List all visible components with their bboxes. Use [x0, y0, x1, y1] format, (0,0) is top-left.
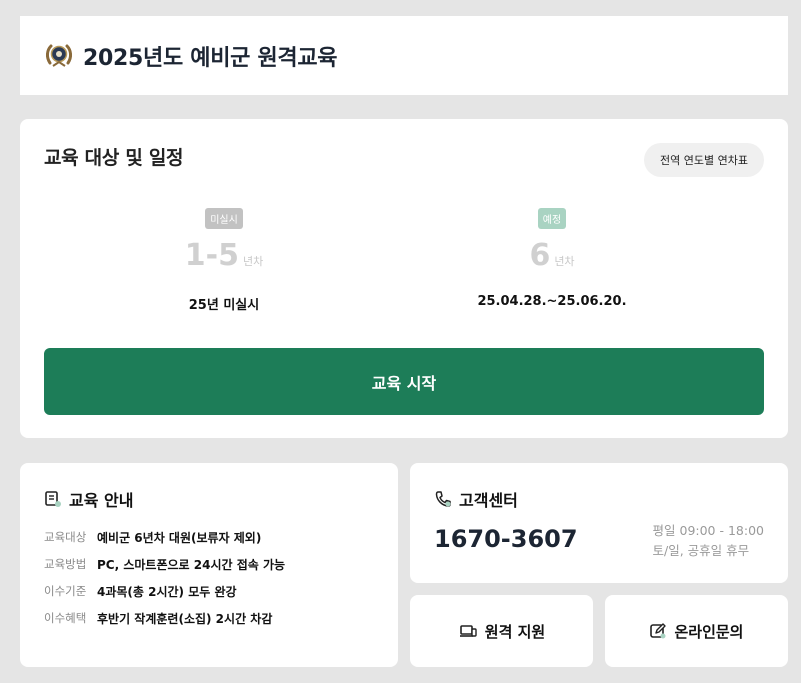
start-education-button[interactable]: 교육 시작	[44, 348, 764, 415]
edit-icon	[650, 623, 667, 639]
schedule-detail: 25.04.28.~25.06.20.	[477, 294, 627, 309]
info-heading: 교육 안내	[44, 487, 133, 511]
schedule-title: 교육 대상 및 일정	[44, 147, 184, 169]
schedule-card: 교육 대상 및 일정 전역 연도별 연차표 미실시 1-5 년차 25년 미실시…	[20, 119, 788, 438]
info-key: 교육대상	[44, 530, 87, 544]
phone-number[interactable]: 1670-3607	[434, 525, 578, 553]
year-unit: 년차	[554, 255, 575, 268]
info-row: 교육대상 예비군 6년차 대원(보류자 제외)	[44, 529, 261, 546]
education-info-card: 교육 안내 교육대상 예비군 6년차 대원(보류자 제외) 교육방법 PC, 스…	[20, 463, 398, 667]
online-inquiry-label: 온라인문의	[674, 622, 744, 641]
status-badge: 예정	[537, 208, 567, 229]
army-emblem-icon	[46, 44, 72, 67]
remote-support-label: 원격 지원	[484, 622, 546, 641]
schedule-column-planned: 예정 6 년차 25.04.28.~25.06.20.	[422, 208, 682, 309]
remote-support-button[interactable]: 원격 지원	[410, 595, 593, 667]
monitor-icon	[459, 625, 477, 637]
schedule-column-done: 미실시 1-5 년차 25년 미실시	[94, 208, 354, 313]
page-header: 2025년도 예비군 원격교육	[20, 16, 788, 95]
year-table-button[interactable]: 전역 연도별 연차표	[644, 143, 764, 177]
year-unit: 년차	[242, 255, 264, 268]
weekend-hours: 토/일, 공휴일 휴무	[652, 543, 750, 558]
page-title: 2025년도 예비군 원격교육	[83, 45, 338, 71]
phone-icon	[435, 491, 451, 507]
status-badge: 미실시	[205, 208, 243, 229]
info-title: 교육 안내	[69, 491, 134, 510]
info-value: 4과목(총 2시간) 모두 완강	[97, 585, 237, 599]
info-key: 이수혜택	[44, 611, 87, 625]
info-value: 후반기 작계훈련(소집) 2시간 차감	[97, 612, 273, 626]
info-key: 교육방법	[44, 557, 87, 571]
info-row: 이수기준 4과목(총 2시간) 모두 완강	[44, 583, 237, 600]
customer-center-card: 고객센터 1670-3607 평일 09:00 - 18:00 토/일, 공휴일…	[410, 463, 788, 583]
info-row: 교육방법 PC, 스마트폰으로 24시간 접속 가능	[44, 556, 285, 573]
book-icon	[45, 491, 61, 507]
schedule-detail: 25년 미실시	[188, 298, 260, 313]
year-range: 1-5	[184, 238, 239, 273]
info-value: 예비군 6년차 대원(보류자 제외)	[97, 531, 262, 545]
weekday-hours: 평일 09:00 - 18:00	[652, 523, 764, 538]
cs-heading: 고객센터	[434, 487, 518, 511]
online-inquiry-button[interactable]: 온라인문의	[605, 595, 788, 667]
business-hours: 평일 09:00 - 18:00 토/일, 공휴일 휴무	[653, 521, 764, 561]
info-key: 이수기준	[44, 584, 87, 598]
cs-title: 고객센터	[459, 491, 518, 510]
info-value: PC, 스마트폰으로 24시간 접속 가능	[97, 558, 286, 572]
year-range: 6	[529, 238, 551, 273]
info-row: 이수혜택 후반기 작계훈련(소집) 2시간 차감	[44, 610, 272, 627]
